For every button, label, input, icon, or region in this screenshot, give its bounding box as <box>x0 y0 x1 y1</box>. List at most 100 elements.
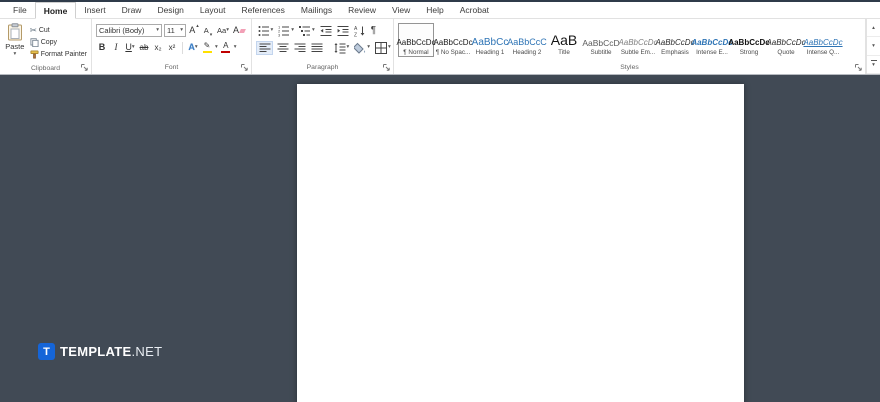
font-dialog-launcher[interactable] <box>240 63 249 72</box>
show-formatting-marks-button[interactable]: ¶ <box>369 24 377 38</box>
ribbon: Paste ▾ ✂ Cut Copy Format Painter Clipbo… <box>0 19 880 75</box>
multilevel-list-button[interactable]: ▾ <box>298 24 317 38</box>
justify-icon <box>311 43 322 52</box>
clipboard-small-buttons: ✂ Cut Copy Format Painter <box>30 22 87 62</box>
grow-font-button[interactable]: A ▴ <box>188 23 200 38</box>
font-size-select[interactable]: 11 ▾ <box>164 24 186 37</box>
style-label: Emphasis <box>661 49 689 56</box>
chevron-down-icon: ▾ <box>872 62 875 69</box>
subscript-button[interactable]: x₂ <box>152 41 164 55</box>
document-area: T TEMPLATE .NET <box>0 75 880 402</box>
tab-design[interactable]: Design <box>149 2 191 18</box>
style-title[interactable]: AaB Title <box>546 23 582 57</box>
decrease-indent-button[interactable] <box>318 24 333 38</box>
style-preview: AaBbCcC <box>507 37 547 48</box>
clear-formatting-button[interactable]: A <box>232 24 246 38</box>
borders-button[interactable]: ▾ <box>374 41 393 55</box>
increase-indent-icon <box>337 25 349 36</box>
paragraph-group-label: Paragraph <box>306 64 339 71</box>
style-heading-1[interactable]: AaBbCc Heading 1 <box>471 23 509 57</box>
style-no-spacing[interactable]: AaBbCcDc ¶ No Spac... <box>433 23 472 57</box>
font-color-button[interactable]: A <box>220 41 232 55</box>
styles-group-footer: Styles <box>394 61 865 74</box>
format-painter-button[interactable]: Format Painter <box>30 48 87 60</box>
tab-layout[interactable]: Layout <box>192 2 234 18</box>
style-normal[interactable]: AaBbCcDc ¶ Normal <box>396 23 436 57</box>
styles-dialog-launcher[interactable] <box>854 63 863 72</box>
align-right-button[interactable] <box>292 41 307 55</box>
highlight-color-button[interactable]: ✎ <box>201 41 213 55</box>
style-preview: AaBbCcDc <box>803 38 843 48</box>
cut-button[interactable]: ✂ Cut <box>30 24 87 36</box>
font-group-footer: Font <box>92 61 251 74</box>
tab-review[interactable]: Review <box>340 2 384 18</box>
style-preview: AaBbCc <box>471 37 509 48</box>
numbered-list-icon: 1 2 3 <box>278 25 290 37</box>
tab-help[interactable]: Help <box>418 2 451 18</box>
style-strong[interactable]: AaBbCcDc Strong <box>728 23 769 57</box>
tab-view[interactable]: View <box>384 2 418 18</box>
bold-button[interactable]: B <box>96 41 108 55</box>
style-gallery-more-button[interactable]: ▾ <box>867 56 880 74</box>
tab-references[interactable]: References <box>233 2 292 18</box>
bullets-button[interactable]: ▾ <box>256 24 275 38</box>
tab-insert[interactable]: Insert <box>76 2 113 18</box>
paragraph-dialog-launcher[interactable] <box>382 63 391 72</box>
align-left-button[interactable] <box>256 40 273 55</box>
style-intense-quote[interactable]: AaBbCcDc Intense Q... <box>803 23 843 57</box>
style-subtle-emphasis[interactable]: AaBbCcDc Subtle Em... <box>618 23 657 57</box>
chevron-down-icon: ▾ <box>194 43 198 50</box>
style-intense-emphasis[interactable]: AaBbCcDc Intense E... <box>691 23 732 57</box>
style-subtitle[interactable]: AaBbCcD Subtitle <box>582 23 619 57</box>
style-label: Heading 1 <box>475 49 505 56</box>
shading-button[interactable]: ▾ <box>353 41 372 55</box>
style-gallery-down-button[interactable]: ▾ <box>867 37 880 56</box>
tab-draw[interactable]: Draw <box>114 2 150 18</box>
align-right-icon <box>294 43 305 52</box>
font-color-bar <box>221 50 231 53</box>
italic-button[interactable]: I <box>110 41 122 55</box>
tab-file[interactable]: File <box>5 2 35 18</box>
font-name-value: Calibri (Body) <box>99 26 145 35</box>
style-emphasis[interactable]: AaBbCcDc Emphasis <box>655 23 694 57</box>
paste-label: Paste <box>5 42 25 51</box>
line-spacing-button[interactable]: ▾ <box>332 41 351 55</box>
superscript-button[interactable]: x² <box>166 41 178 55</box>
style-preview: AaBbCcDc <box>766 38 806 48</box>
clipboard-group-label: Clipboard <box>30 64 61 72</box>
ribbon-group-paragraph: ▾ 1 2 3 ▾ ▾ A Z ¶ ▾ ▾ ▾ Paragraph <box>252 19 394 74</box>
text-effects-button[interactable]: A ▾ <box>187 41 199 55</box>
logo-t-icon: T <box>38 343 55 360</box>
sort-button[interactable]: A Z <box>352 24 367 38</box>
strikethrough-button[interactable]: ab <box>138 41 150 55</box>
change-case-button[interactable]: Aa ▾ <box>216 24 230 38</box>
increase-indent-button[interactable] <box>335 24 350 38</box>
style-heading-2[interactable]: AaBbCcC Heading 2 <box>507 23 547 57</box>
tab-acrobat[interactable]: Acrobat <box>452 2 497 18</box>
format-painter-label: Format Painter <box>40 50 87 58</box>
style-gallery-up-button[interactable]: ▴ <box>867 19 880 38</box>
svg-text:A: A <box>354 26 358 32</box>
style-quote[interactable]: AaBbCcDc Quote <box>766 23 806 57</box>
chevron-down-icon: ▾ <box>226 26 229 33</box>
clipboard-dialog-launcher[interactable] <box>80 63 89 72</box>
document-page[interactable] <box>297 84 744 402</box>
grow-font-letter: A <box>189 25 196 35</box>
justify-button[interactable] <box>309 41 324 55</box>
chevron-down-icon[interactable]: ▾ <box>234 44 237 51</box>
numbering-button[interactable]: 1 2 3 ▾ <box>277 24 296 38</box>
chevron-down-icon[interactable]: ▾ <box>215 44 218 51</box>
tab-home[interactable]: Home <box>34 2 77 19</box>
copy-button[interactable]: Copy <box>30 36 87 48</box>
underline-button[interactable]: U ▾ <box>124 41 136 55</box>
logo-tld: .NET <box>131 344 163 359</box>
tab-mailings[interactable]: Mailings <box>293 2 340 18</box>
clipboard-group-footer: Clipboard <box>0 62 91 74</box>
align-center-button[interactable] <box>275 41 290 55</box>
paste-button[interactable]: Paste ▾ <box>4 22 26 62</box>
chevron-down-icon: ▾ <box>270 26 274 33</box>
style-label: ¶ Normal <box>403 49 429 56</box>
ribbon-group-styles: AaBbCcDc ¶ Normal AaBbCcDc ¶ No Spac... … <box>394 19 866 74</box>
shrink-font-button[interactable]: A ▾ <box>202 24 214 38</box>
font-name-select[interactable]: Calibri (Body) ▾ <box>96 24 162 37</box>
